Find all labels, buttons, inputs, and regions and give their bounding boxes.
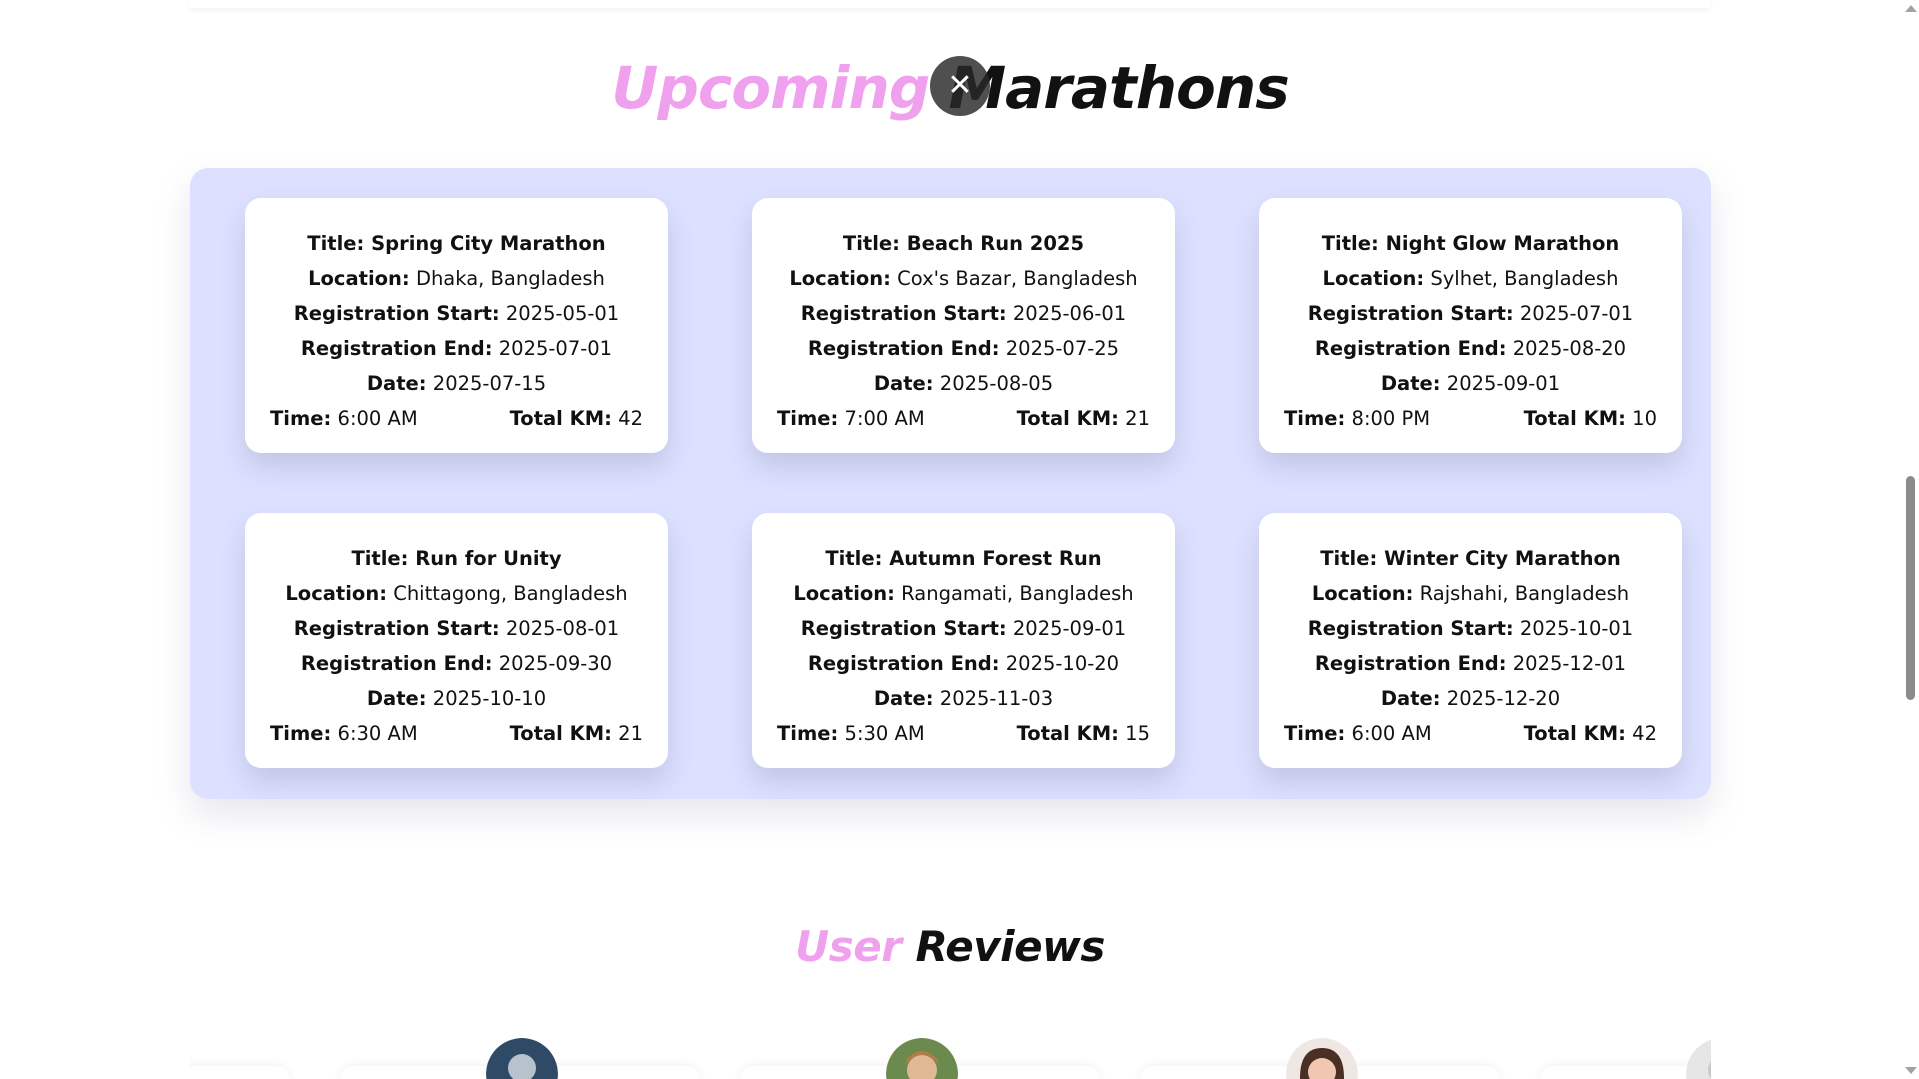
card-location: Location: Cox's Bazar, Bangladesh bbox=[789, 267, 1138, 290]
card-registration-end: Registration End: 2025-08-20 bbox=[1314, 337, 1627, 360]
close-button[interactable]: ✕ bbox=[930, 56, 990, 116]
marathon-card[interactable]: Title: Night Glow Marathon Location: Syl… bbox=[1259, 198, 1682, 453]
marathons-panel: Title: Spring City Marathon Location: Dh… bbox=[190, 168, 1711, 799]
scroll-up-arrow-icon[interactable] bbox=[1905, 5, 1917, 12]
heading-rest: Reviews bbox=[901, 922, 1106, 971]
card-location: Location: Sylhet, Bangladesh bbox=[1322, 267, 1619, 290]
user-reviews-heading: User Reviews bbox=[0, 922, 1900, 971]
card-date: Date: 2025-11-03 bbox=[873, 687, 1054, 710]
card-total-km: Total KM: 21 bbox=[509, 722, 643, 745]
card-time: Time: 6:00 AM bbox=[270, 407, 418, 430]
card-registration-end: Registration End: 2025-07-01 bbox=[300, 337, 613, 360]
heading-accent: User bbox=[795, 922, 902, 971]
scroll-down-arrow-icon[interactable] bbox=[1905, 1067, 1917, 1074]
card-title: Title: Autumn Forest Run bbox=[825, 547, 1102, 570]
avatar bbox=[486, 1038, 558, 1079]
card-location: Location: Chittagong, Bangladesh bbox=[285, 582, 628, 605]
card-location: Location: Dhaka, Bangladesh bbox=[308, 267, 605, 290]
card-date: Date: 2025-08-05 bbox=[873, 372, 1054, 395]
card-total-km: Total KM: 10 bbox=[1523, 407, 1657, 430]
card-time: Time: 8:00 PM bbox=[1284, 407, 1431, 430]
marathon-card[interactable]: Title: Run for Unity Location: Chittagon… bbox=[245, 513, 668, 768]
card-registration-start: Registration Start: 2025-09-01 bbox=[800, 617, 1127, 640]
marathon-card[interactable]: Title: Autumn Forest Run Location: Ranga… bbox=[752, 513, 1175, 768]
avatar bbox=[886, 1038, 958, 1079]
card-time: Time: 6:00 AM bbox=[1284, 722, 1432, 745]
card-date: Date: 2025-07-15 bbox=[366, 372, 547, 395]
reviews-carousel bbox=[190, 1030, 1711, 1079]
card-registration-start: Registration Start: 2025-10-01 bbox=[1307, 617, 1634, 640]
scrollbar-thumb[interactable] bbox=[1906, 476, 1915, 700]
card-time: Time: 5:30 AM bbox=[777, 722, 925, 745]
card-registration-end: Registration End: 2025-12-01 bbox=[1314, 652, 1627, 675]
card-total-km: Total KM: 15 bbox=[1016, 722, 1150, 745]
card-title: Title: Night Glow Marathon bbox=[1321, 232, 1620, 255]
card-registration-end: Registration End: 2025-07-25 bbox=[807, 337, 1120, 360]
card-registration-end: Registration End: 2025-09-30 bbox=[300, 652, 613, 675]
marathon-card[interactable]: Title: Winter City Marathon Location: Ra… bbox=[1259, 513, 1682, 768]
card-title: Title: Beach Run 2025 bbox=[842, 232, 1085, 255]
card-title: Title: Winter City Marathon bbox=[1320, 547, 1621, 570]
card-date: Date: 2025-12-20 bbox=[1380, 687, 1561, 710]
page: Upcoming Marathons ✕ Title: Spring City … bbox=[0, 0, 1919, 1079]
card-title: Title: Run for Unity bbox=[351, 547, 562, 570]
marathon-card[interactable]: Title: Beach Run 2025 Location: Cox's Ba… bbox=[752, 198, 1175, 453]
avatar bbox=[1686, 1038, 1711, 1079]
card-registration-start: Registration Start: 2025-07-01 bbox=[1307, 302, 1634, 325]
card-total-km: Total KM: 21 bbox=[1016, 407, 1150, 430]
vertical-scrollbar[interactable] bbox=[1902, 0, 1919, 1079]
previous-section-edge bbox=[190, 0, 1710, 8]
marathon-card[interactable]: Title: Spring City Marathon Location: Dh… bbox=[245, 198, 668, 453]
card-registration-start: Registration Start: 2025-06-01 bbox=[800, 302, 1127, 325]
heading-accent: Upcoming bbox=[611, 54, 930, 122]
card-date: Date: 2025-09-01 bbox=[1380, 372, 1561, 395]
card-date: Date: 2025-10-10 bbox=[366, 687, 547, 710]
card-total-km: Total KM: 42 bbox=[1523, 722, 1657, 745]
card-registration-end: Registration End: 2025-10-20 bbox=[807, 652, 1120, 675]
avatar bbox=[1286, 1038, 1358, 1079]
card-total-km: Total KM: 42 bbox=[509, 407, 643, 430]
card-registration-start: Registration Start: 2025-05-01 bbox=[293, 302, 620, 325]
card-time: Time: 6:30 AM bbox=[270, 722, 418, 745]
card-location: Location: Rajshahi, Bangladesh bbox=[1311, 582, 1630, 605]
card-time: Time: 7:00 AM bbox=[777, 407, 925, 430]
close-icon: ✕ bbox=[947, 68, 973, 103]
card-registration-start: Registration Start: 2025-08-01 bbox=[293, 617, 620, 640]
card-title: Title: Spring City Marathon bbox=[307, 232, 606, 255]
review-card[interactable] bbox=[190, 1066, 290, 1079]
card-location: Location: Rangamati, Bangladesh bbox=[793, 582, 1134, 605]
